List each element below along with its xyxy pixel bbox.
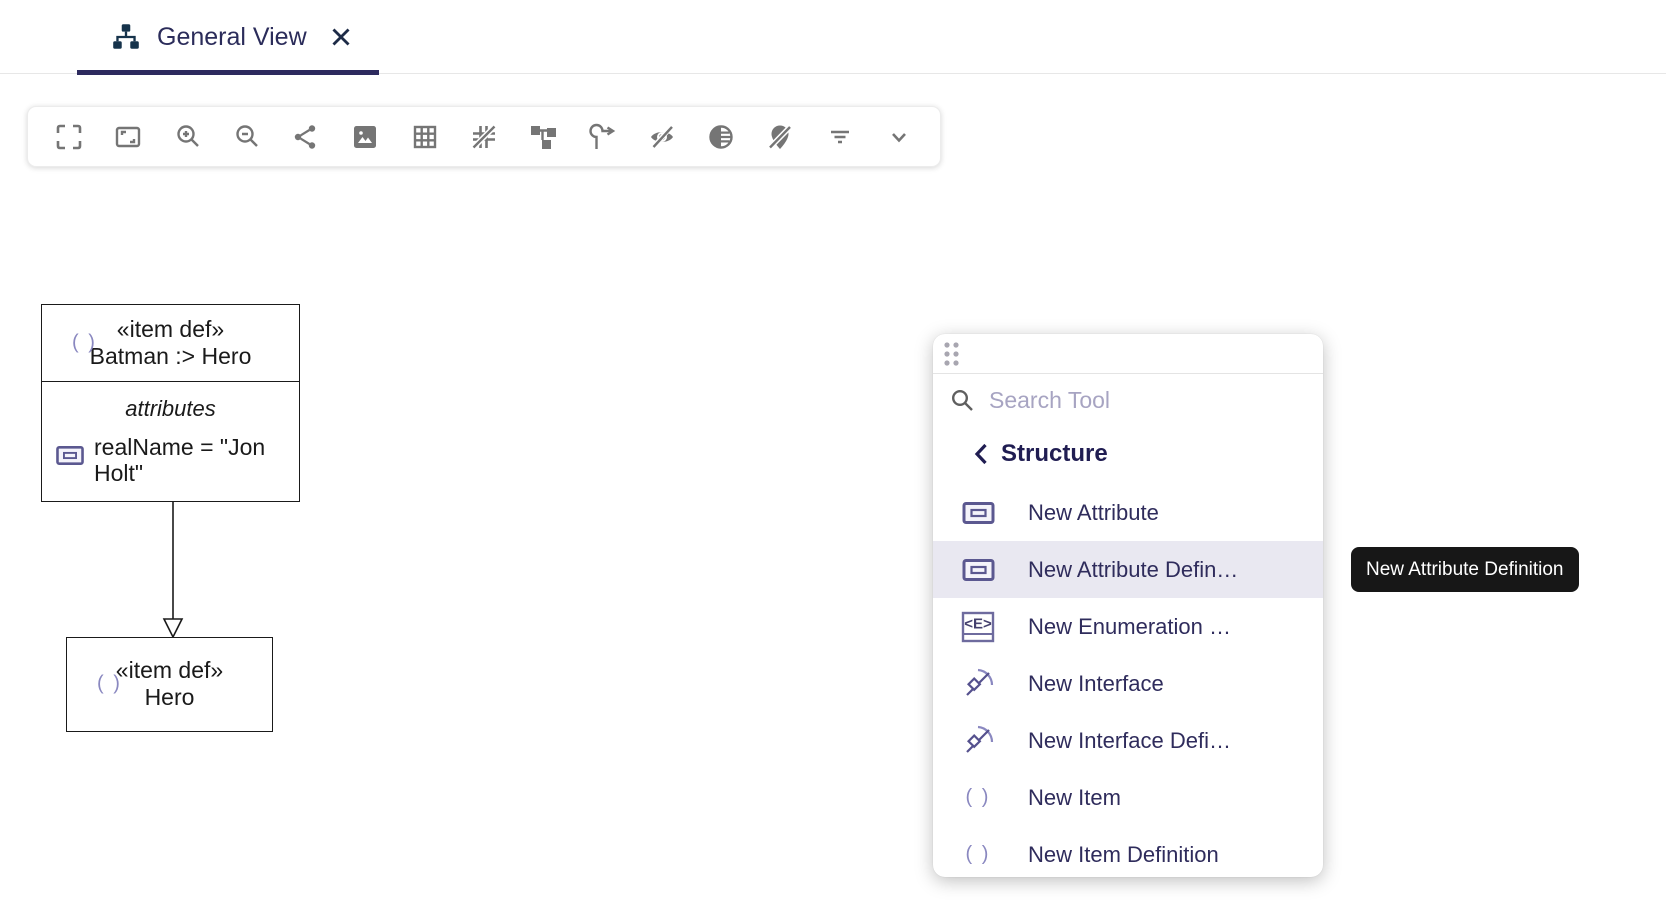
node-name: Batman :> Hero <box>90 343 252 370</box>
tab-bar: General View <box>0 0 1666 74</box>
close-icon[interactable] <box>327 23 355 51</box>
unpin-icon[interactable] <box>763 120 797 154</box>
snap-off-icon[interactable] <box>467 120 501 154</box>
drag-handle-dots-icon <box>941 339 963 369</box>
node-header: ( ) «item def» Batman :> Hero <box>42 305 299 381</box>
tool-new-enumeration[interactable]: <E> New Enumeration … <box>933 598 1323 655</box>
diagram-tree-icon <box>110 21 142 53</box>
edge-style-icon[interactable] <box>586 120 620 154</box>
arrange-all-icon[interactable] <box>526 120 560 154</box>
tooltip-text: New Attribute Definition <box>1366 559 1564 581</box>
attribute-icon <box>961 559 995 581</box>
contrast-icon[interactable] <box>704 120 738 154</box>
fullscreen-icon[interactable] <box>52 120 86 154</box>
interface-icon <box>961 668 995 700</box>
search-icon <box>949 387 976 414</box>
tool-list: New Attribute New Attribute Defin… <E> N… <box>933 476 1323 877</box>
specialization-edge[interactable] <box>160 502 190 639</box>
tab-general-view[interactable]: General View <box>77 0 379 74</box>
node-stereotype: «item def» <box>117 316 224 343</box>
search-input[interactable] <box>989 387 1323 414</box>
node-name: Hero <box>145 684 195 711</box>
tool-new-attribute[interactable]: New Attribute <box>933 484 1323 541</box>
hide-elements-icon[interactable] <box>645 120 679 154</box>
enumeration-icon: <E> <box>961 611 995 643</box>
section-label: Structure <box>1001 440 1108 468</box>
node-stereotype: «item def» <box>116 657 223 684</box>
interface-icon <box>961 725 995 757</box>
section-back-structure[interactable]: Structure <box>933 432 1323 476</box>
item-paren-icon: ( ) <box>97 673 122 696</box>
tool-new-attribute-definition[interactable]: New Attribute Defin… <box>933 541 1323 598</box>
attributes-compartment: attributes realName = "Jon Holt" <box>42 381 299 502</box>
svg-text:<E>: <E> <box>964 615 992 632</box>
node-header: ( ) «item def» Hero <box>67 638 272 730</box>
tab-label: General View <box>157 23 307 52</box>
active-tab-indicator <box>77 70 379 75</box>
palette-search-row <box>933 374 1323 426</box>
grid-on-icon[interactable] <box>408 120 442 154</box>
tool-palette: Structure New Attribute New Attribute De… <box>933 334 1323 877</box>
zoom-out-icon[interactable] <box>230 120 264 154</box>
chevron-left-icon <box>971 441 991 467</box>
fit-to-screen-icon[interactable] <box>111 120 145 154</box>
attribute-value: realName = "Jon Holt" <box>94 434 294 486</box>
item-paren-icon: ( ) <box>961 843 995 866</box>
tooltip: New Attribute Definition <box>1351 547 1579 592</box>
node-hero-item-def[interactable]: ( ) «item def» Hero <box>66 637 273 732</box>
export-image-icon[interactable] <box>348 120 382 154</box>
chevron-down-icon[interactable] <box>882 120 916 154</box>
tool-new-interface[interactable]: New Interface <box>933 655 1323 712</box>
item-paren-icon: ( ) <box>72 332 97 355</box>
tool-new-interface-definition[interactable]: New Interface Defi… <box>933 712 1323 769</box>
attribute-icon <box>961 502 995 524</box>
attribute-icon <box>56 446 84 465</box>
share-icon[interactable] <box>289 120 323 154</box>
filter-icon[interactable] <box>823 120 857 154</box>
palette-drag-handle[interactable] <box>933 334 1323 374</box>
compartment-label: attributes <box>42 396 299 422</box>
attribute-row[interactable]: realName = "Jon Holt" <box>42 434 299 486</box>
item-paren-icon: ( ) <box>961 786 995 809</box>
tool-new-item[interactable]: ( ) New Item <box>933 769 1323 826</box>
node-batman-item-def[interactable]: ( ) «item def» Batman :> Hero attributes… <box>41 304 300 502</box>
tool-new-item-definition[interactable]: ( ) New Item Definition <box>933 826 1323 877</box>
zoom-in-icon[interactable] <box>171 120 205 154</box>
diagram-toolbar <box>27 106 941 167</box>
